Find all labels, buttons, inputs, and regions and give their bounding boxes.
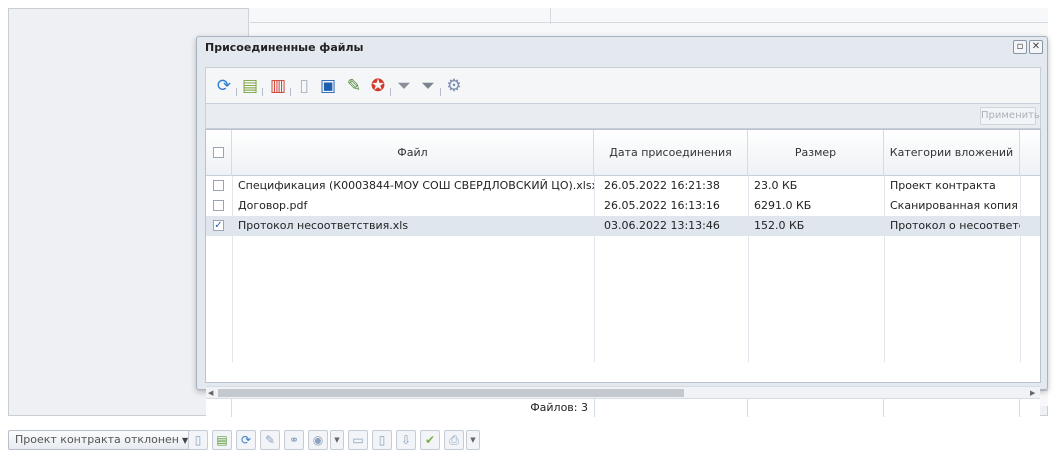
bottom-toolbar: Проект контракта отклонен ▼ ▯ ▤ ⟳ ✎ ⚭ ◉ ▼… bbox=[0, 420, 1054, 456]
apply-button[interactable]: Применить bbox=[980, 107, 1040, 125]
print-icon[interactable]: ⎙ bbox=[444, 430, 464, 450]
settings-icon[interactable]: ⚙ bbox=[444, 76, 464, 96]
apply-bar: Применить bbox=[205, 103, 1041, 129]
certificate-icon[interactable]: ✪ bbox=[368, 76, 388, 96]
open-file-icon[interactable]: ▤ bbox=[240, 76, 260, 96]
footer-cell bbox=[748, 399, 884, 417]
close-button[interactable]: ✕ bbox=[1029, 40, 1043, 54]
file-icon[interactable]: ▯ bbox=[372, 430, 392, 450]
grid-footer: Файлов: 3 bbox=[206, 398, 1040, 417]
chevron-down-icon[interactable]: ▼ bbox=[330, 430, 344, 450]
horizontal-scrollbar[interactable]: ◀ ▶ bbox=[206, 386, 1040, 398]
attach-icon[interactable]: ✎ bbox=[260, 430, 280, 450]
files-count: Файлов: 3 bbox=[530, 401, 588, 414]
column-header-size[interactable]: Размер bbox=[748, 130, 884, 176]
upload-icon[interactable]: ⇩ bbox=[396, 430, 416, 450]
link-icon[interactable]: ⚭ bbox=[284, 430, 304, 450]
divider bbox=[250, 22, 1048, 23]
table-row[interactable]: ✓ Протокол несоответствия.xls 03.06.2022… bbox=[206, 216, 1040, 236]
column-divider bbox=[884, 176, 885, 362]
file-name-cell: Договор.pdf bbox=[238, 199, 308, 212]
toolbar-separator bbox=[290, 88, 291, 96]
footer-cell bbox=[594, 399, 748, 417]
folder-icon[interactable]: ▭ bbox=[348, 430, 368, 450]
filter-icon[interactable]: ⏷ bbox=[418, 76, 438, 96]
file-name-cell: Спецификация (К0003844-МОУ СОШ СВЕРДЛОВС… bbox=[238, 179, 594, 192]
document-icon[interactable]: ▯ bbox=[294, 76, 314, 96]
table-row[interactable]: Договор.pdf 26.05.2022 16:13:16 6291.0 К… bbox=[206, 196, 1040, 216]
grid-header: Файл Дата присоединения Размер Категории… bbox=[206, 130, 1040, 176]
date-cell: 03.06.2022 13:13:46 bbox=[604, 219, 720, 232]
select-all-checkbox[interactable] bbox=[213, 147, 224, 158]
files-grid: Файл Дата присоединения Размер Категории… bbox=[205, 129, 1041, 417]
size-cell: 23.0 КБ bbox=[754, 179, 798, 192]
category-cell: Проект контракта bbox=[890, 179, 996, 192]
column-header-file[interactable]: Файл bbox=[232, 130, 594, 176]
row-checkbox[interactable] bbox=[213, 180, 224, 191]
status-dropdown[interactable]: Проект контракта отклонен ▼ bbox=[8, 430, 196, 450]
row-checkbox[interactable]: ✓ bbox=[213, 220, 224, 231]
chevron-down-icon[interactable]: ▼ bbox=[466, 430, 480, 450]
divider bbox=[550, 8, 551, 24]
column-header-date[interactable]: Дата присоединения bbox=[594, 130, 748, 176]
toolbar-separator bbox=[262, 88, 263, 96]
maximize-button[interactable]: ▫ bbox=[1013, 40, 1027, 54]
refresh-icon[interactable]: ⟳ bbox=[236, 430, 256, 450]
document-icon[interactable]: ▯ bbox=[188, 430, 208, 450]
approve-icon[interactable]: ✔ bbox=[420, 430, 440, 450]
delete-file-icon[interactable]: ▥ bbox=[268, 76, 288, 96]
filter-clear-icon[interactable]: ⏷ bbox=[394, 76, 414, 96]
date-cell: 26.05.2022 16:13:16 bbox=[604, 199, 720, 212]
footer-cell bbox=[884, 399, 1020, 417]
save-icon[interactable]: ▣ bbox=[318, 76, 338, 96]
size-cell: 6291.0 КБ bbox=[754, 199, 812, 212]
date-cell: 26.05.2022 16:21:38 bbox=[604, 179, 720, 192]
scrollbar-thumb[interactable] bbox=[218, 389, 684, 397]
column-divider bbox=[594, 176, 595, 362]
row-checkbox[interactable] bbox=[213, 200, 224, 211]
edit-icon[interactable]: ✎ bbox=[344, 76, 364, 96]
toolbar-separator bbox=[390, 88, 391, 96]
dialog-toolbar: ⟳ ▤ ▥ ▯ ▣ ✎ ✪ ⏷ ⏷ ⚙ bbox=[205, 67, 1041, 103]
toolbar-separator bbox=[236, 88, 237, 96]
column-divider bbox=[748, 176, 749, 362]
table-row[interactable]: Спецификация (К0003844-МОУ СОШ СВЕРДЛОВС… bbox=[206, 176, 1040, 196]
column-divider bbox=[1020, 176, 1021, 362]
attached-files-dialog: Присоединенные файлы ▫ ✕ ⟳ ▤ ▥ ▯ ▣ ✎ ✪ ⏷… bbox=[196, 36, 1048, 417]
print-icon[interactable]: ▤ bbox=[212, 430, 232, 450]
refresh-icon[interactable]: ⟳ bbox=[214, 76, 234, 96]
category-cell: Протокол о несоответс... bbox=[890, 219, 1020, 232]
column-header-category[interactable]: Категории вложений bbox=[884, 130, 1020, 176]
toolbar-separator bbox=[440, 88, 441, 96]
header-select-all-cell bbox=[206, 130, 232, 176]
file-name-cell: Протокол несоответствия.xls bbox=[238, 219, 409, 232]
column-divider bbox=[232, 176, 233, 362]
dialog-title: Присоединенные файлы bbox=[205, 41, 364, 54]
status-label: Проект контракта отклонен bbox=[15, 433, 179, 446]
globe-icon[interactable]: ◉ bbox=[308, 430, 328, 450]
category-cell: Сканированная копия ... bbox=[890, 199, 1020, 212]
size-cell: 152.0 КБ bbox=[754, 219, 805, 232]
